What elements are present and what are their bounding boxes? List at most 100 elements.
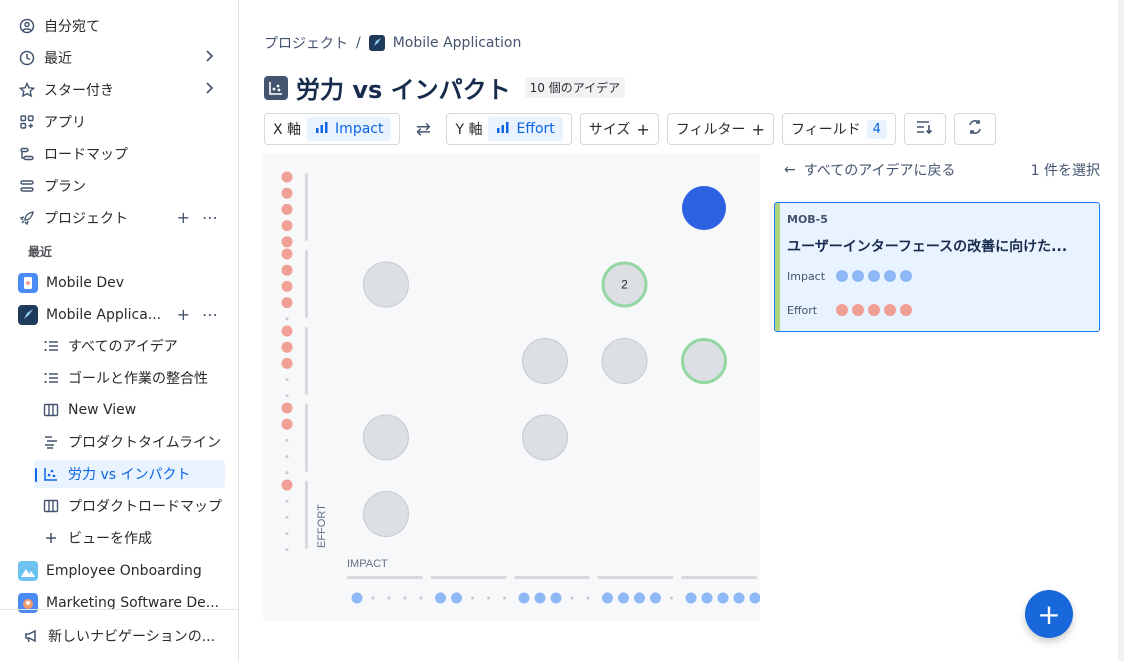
impact-level-dot-empty	[670, 596, 673, 600]
x-axis-button[interactable]: X 軸 Impact	[264, 113, 401, 145]
impact-level-dot	[733, 592, 745, 604]
sidebar-view-1[interactable]: ゴールと作業の整合性	[34, 364, 225, 392]
idea-bubble	[363, 261, 409, 308]
impact-level-dot-empty	[570, 596, 574, 600]
breadcrumb: プロジェクト / Mobile Application	[264, 33, 521, 53]
sidebar-item-4[interactable]: ロードマップ	[10, 140, 228, 168]
project-avatar-icon	[18, 273, 38, 293]
star-icon	[18, 81, 36, 99]
effort-level-dot-empty	[285, 378, 289, 382]
impact-level-dot	[550, 592, 562, 604]
effort-level-dot-empty	[285, 438, 289, 442]
sidebar-view-6[interactable]: ビューを作成	[34, 524, 225, 552]
scroll-edge	[1118, 0, 1124, 661]
size-button[interactable]: サイズ +	[579, 113, 659, 145]
effort-level-dot-empty	[285, 394, 289, 398]
effort-level-dot	[281, 418, 293, 430]
y-axis-button[interactable]: Y 軸 Effort	[446, 113, 572, 145]
sidebar-view-2[interactable]: New View	[34, 396, 225, 424]
sidebar-view-0[interactable]: すべてのアイデア	[34, 332, 225, 360]
impact-level-dot-empty	[487, 596, 490, 600]
sidebar-view-5[interactable]: プロダクトロードマップ	[34, 492, 225, 520]
effort-level-dot	[281, 264, 293, 276]
effort-level-dot-empty	[285, 548, 289, 552]
create-idea-button[interactable]: +	[1025, 590, 1073, 638]
chevron-right-icon[interactable]	[202, 81, 216, 99]
sidebar-item-0[interactable]: 自分宛て	[10, 12, 228, 40]
bubble-count-label: 2	[621, 278, 628, 292]
impact-level-dot	[749, 592, 761, 604]
sidebar-item-2[interactable]: スター付き	[10, 76, 228, 104]
plus-icon: +	[751, 119, 765, 139]
breadcrumb-separator: /	[356, 35, 361, 51]
effort-scale-bar	[305, 250, 308, 318]
add-view-icon[interactable]: +	[177, 305, 190, 324]
chevron-right-icon[interactable]	[202, 49, 216, 67]
plan-icon	[18, 177, 36, 195]
filter-button[interactable]: フィルター +	[666, 113, 774, 145]
more-icon[interactable]: ⋯	[202, 305, 218, 324]
impact-level-dot	[602, 592, 613, 604]
megaphone-icon	[24, 628, 40, 644]
sidebar-view-4[interactable]: 労力 vs インパクト	[34, 460, 225, 488]
effort-level-dot	[281, 203, 293, 215]
rating-dot	[900, 304, 912, 316]
fields-button[interactable]: フィールド 4	[781, 113, 896, 145]
idea-bubble	[601, 338, 648, 384]
sort-settings-icon	[916, 119, 934, 139]
effort-level-dot-empty	[285, 515, 289, 519]
x-axis-field-chip[interactable]: Impact	[307, 117, 392, 141]
impact-scale-bar	[597, 576, 674, 579]
layout-settings-button[interactable]	[903, 113, 946, 145]
rating-dot	[836, 270, 848, 282]
breadcrumb-project[interactable]: Mobile Application	[393, 35, 522, 51]
y-axis-field-chip[interactable]: Effort	[488, 117, 563, 141]
effort-level-dot	[281, 220, 293, 232]
card-status-stripe	[775, 203, 780, 331]
sidebar-project-1[interactable]: Mobile Applica... + ⋯	[10, 301, 228, 329]
rocket-icon	[18, 209, 36, 227]
idea-bubble	[363, 491, 409, 537]
selected-count: 1 件を選択	[1030, 163, 1100, 179]
impact-scale-bar	[514, 576, 590, 579]
sidebar-project-more-0[interactable]: Employee Onboarding	[10, 557, 228, 585]
bar-chart-icon	[315, 121, 329, 137]
sidebar-item-3[interactable]: アプリ	[10, 108, 228, 136]
new-navigation-feedback[interactable]: 新しいナビゲーションの...	[0, 609, 238, 661]
add-project-icon[interactable]: +	[177, 208, 190, 227]
back-to-all-ideas[interactable]: ← すべてのアイデアに戻る	[784, 160, 956, 180]
effort-level-dot-empty	[285, 455, 289, 459]
arrow-left-icon: ←	[784, 162, 796, 178]
page-header: 労力 vs インパクト 10 個のアイデア	[264, 70, 626, 105]
sidebar-item-1[interactable]: 最近	[10, 44, 228, 72]
list-icon	[42, 337, 60, 355]
breadcrumb-projects[interactable]: プロジェクト	[264, 33, 348, 53]
idea-title: ユーザーインターフェースの改善に向けた...	[787, 239, 1068, 255]
list-icon	[42, 369, 60, 387]
idea-bubble-selected	[682, 186, 726, 230]
rating-dot	[884, 304, 896, 316]
page-title: 労力 vs インパクト	[296, 76, 511, 104]
more-icon[interactable]: ⋯	[202, 208, 218, 227]
swap-axes-icon[interactable]: ⇄	[408, 113, 438, 145]
effort-level-dot	[281, 479, 293, 491]
auto-arrange-button[interactable]	[953, 113, 996, 145]
effort-level-dot	[281, 357, 293, 369]
effort-level-dot	[281, 341, 293, 353]
idea-bubble	[363, 414, 409, 461]
impact-level-dot-empty	[387, 596, 391, 600]
impact-level-dot	[351, 592, 363, 604]
impact-level-dot	[650, 592, 661, 604]
sidebar-item-5[interactable]: プラン	[10, 172, 228, 200]
rocket-icon	[368, 35, 385, 51]
rating-dot	[868, 270, 880, 282]
idea-card[interactable]: MOB-5 ユーザーインターフェースの改善に向けた... Impact Effo…	[774, 202, 1100, 332]
sidebar-item-6[interactable]: プロジェクト + ⋯	[10, 204, 228, 232]
effort-level-dot	[281, 297, 293, 309]
impact-level-dot	[618, 592, 629, 604]
rating-dot	[884, 270, 896, 282]
sidebar-view-3[interactable]: プロダクトタイムライン	[34, 428, 225, 456]
matrix-icon	[42, 465, 60, 483]
sidebar-project-0[interactable]: Mobile Dev	[10, 269, 228, 297]
rating-dot	[900, 270, 912, 282]
